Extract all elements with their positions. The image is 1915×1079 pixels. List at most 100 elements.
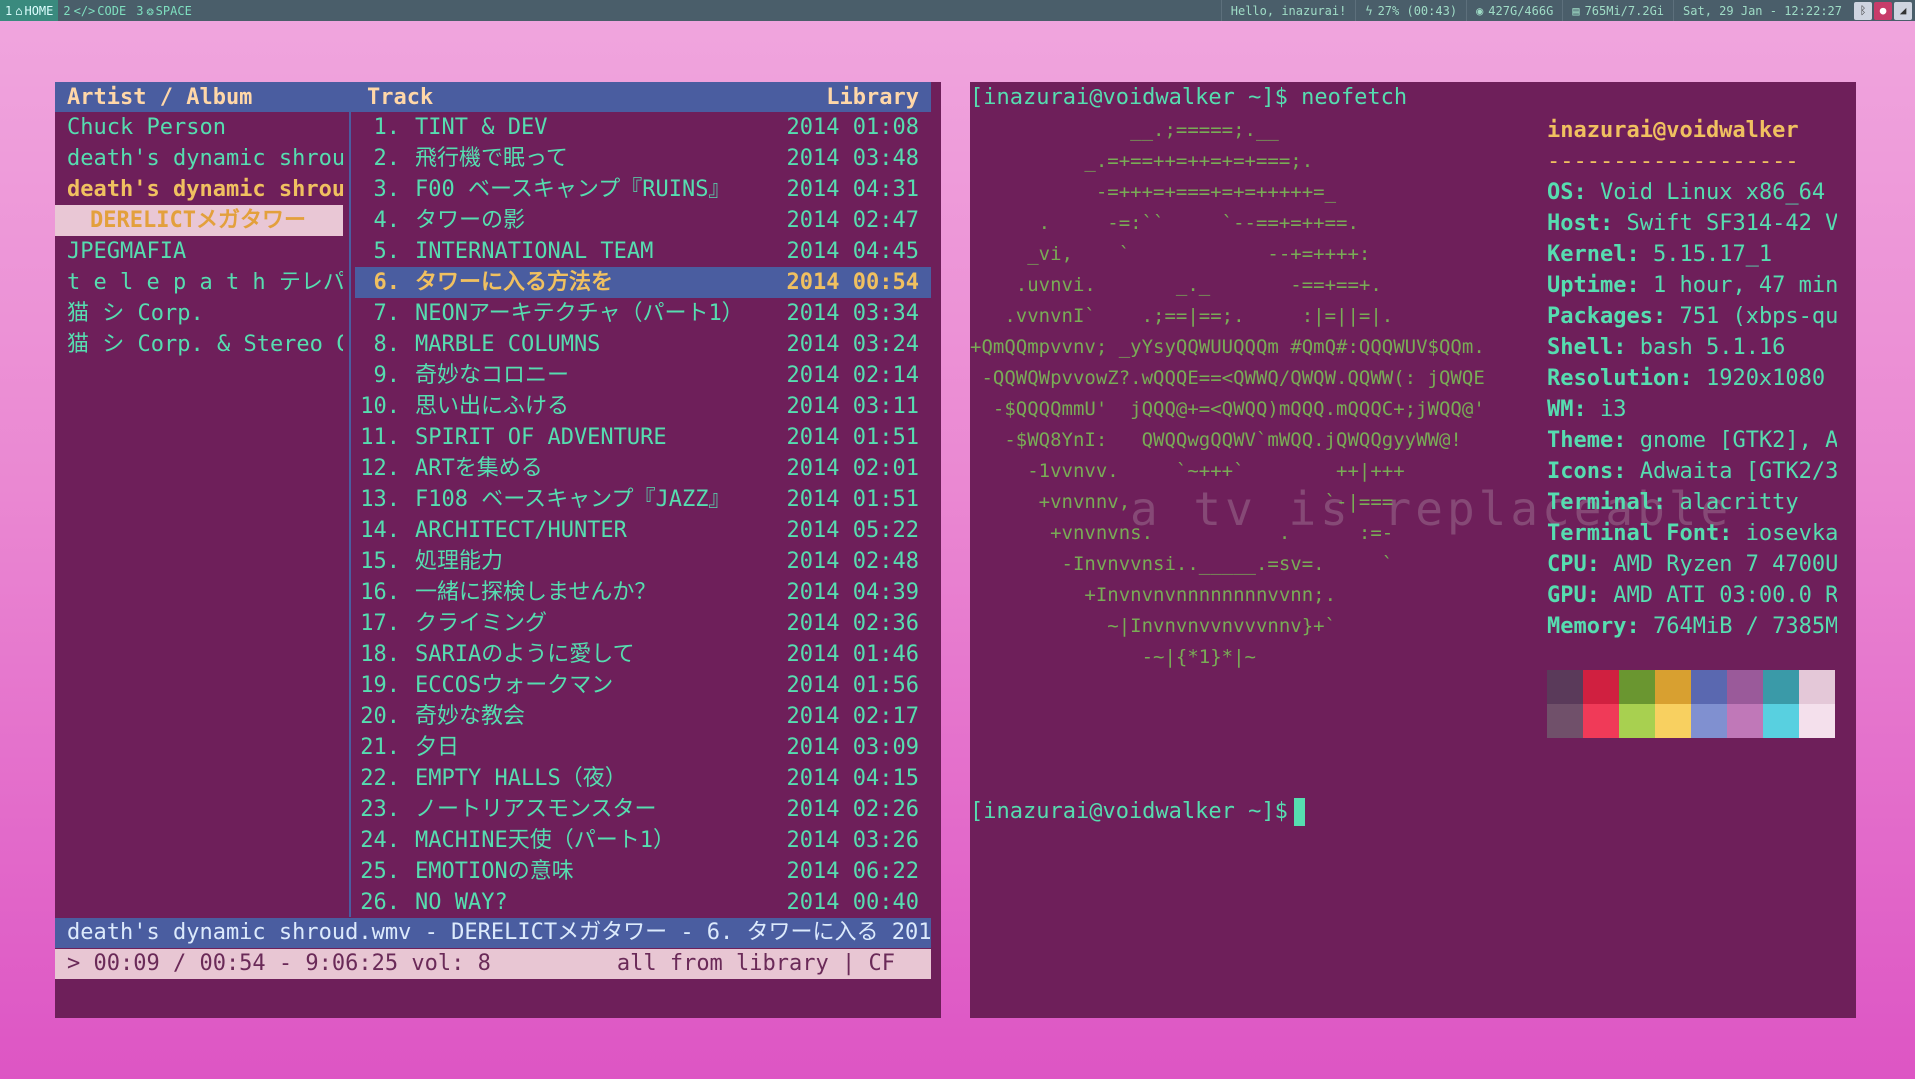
track-header: Track — [367, 84, 434, 110]
workspace-number: 2 — [63, 3, 71, 18]
info-key: Resolution: — [1547, 366, 1693, 391]
track-row[interactable]: 9. 奇妙なコロニー 2014 02:14 — [355, 360, 931, 391]
memory-icon: ▤ — [1572, 3, 1580, 18]
network-icon[interactable]: ◢ — [1894, 1, 1912, 20]
terminal-view: a tv is replaceable [inazurai@voidwalker… — [970, 82, 1856, 1018]
track-title: 処理能力 — [415, 549, 504, 574]
track-title: NO WAY? — [415, 890, 508, 915]
track-row[interactable]: 12. ARTを集める 2014 02:01 — [355, 453, 931, 484]
library-header: Library — [826, 84, 919, 110]
info-key: GPU: — [1547, 583, 1600, 608]
artist-item[interactable]: Chuck Person — [55, 112, 343, 143]
workspace-number: 1 — [5, 3, 13, 18]
workspace-home[interactable]: 1 ⌂ HOME — [0, 0, 59, 21]
track-year-duration: 2014 00:40 — [786, 890, 919, 915]
track-row[interactable]: 15. 処理能力 2014 02:48 — [355, 546, 931, 577]
greeting-text: Hello, inazurai! — [1230, 3, 1347, 18]
track-row[interactable]: 21. 夕日 2014 03:09 — [355, 732, 931, 763]
track-number: 21. — [360, 735, 400, 760]
palette-swatch — [1655, 704, 1691, 738]
artist-item[interactable]: death's dynamic shroud — [55, 143, 343, 174]
track-row[interactable]: 7. NEONアーキテクチャ（パート1） 2014 03:34 — [355, 298, 931, 329]
track-row[interactable]: 19. ECCOSウォークマン 2014 01:56 — [355, 670, 931, 701]
memory-text: 765Mi/7.2Gi — [1584, 3, 1665, 18]
track-year-duration: 2014 02:01 — [786, 456, 919, 481]
info-key: Terminal Font: — [1547, 521, 1733, 546]
album-item-selected[interactable]: DERELICTメガタワー — [55, 205, 343, 236]
track-row[interactable]: 14. ARCHITECT/HUNTER 2014 05:22 — [355, 515, 931, 546]
track-row[interactable]: 8. MARBLE COLUMNS 2014 03:24 — [355, 329, 931, 360]
track-year-duration: 2014 00:54 — [786, 270, 919, 295]
track-number: 7. — [373, 301, 401, 326]
track-number: 11. — [360, 425, 400, 450]
track-number: 24. — [360, 828, 400, 853]
palette-swatch — [1727, 670, 1763, 704]
artist-item[interactable]: 猫 シ Corp. & Stereo C — [55, 329, 343, 360]
track-title: SARIAのように愛して — [415, 642, 635, 667]
track-row[interactable]: 3. F00 ベースキャンプ『RUINS』 2014 04:31 — [355, 174, 931, 205]
palette-swatch — [1727, 704, 1763, 738]
track-number: 5. — [373, 239, 401, 264]
info-value: 764MiB / 7385MiB — [1652, 614, 1837, 639]
user-host: inazurai@voidwalker — [1547, 118, 1799, 143]
artist-item[interactable]: t e l e p a t h テレパ — [55, 267, 343, 298]
disk-icon: ◉ — [1476, 3, 1484, 18]
workspace-label: CODE — [97, 3, 127, 18]
track-row[interactable]: 20. 奇妙な教会 2014 02:17 — [355, 701, 931, 732]
track-row[interactable]: 16. 一緒に探検しませんか？ 2014 04:39 — [355, 577, 931, 608]
info-row: Theme: gnome [GTK2], Adw — [1547, 425, 1837, 456]
track-row[interactable]: 11. SPIRIT OF ADVENTURE 2014 01:51 — [355, 422, 931, 453]
track-year-duration: 2014 03:24 — [786, 332, 919, 357]
firefox-icon[interactable]: ● — [1874, 1, 1892, 20]
track-title: NEONアーキテクチャ（パート1） — [415, 301, 744, 326]
track-row[interactable]: 5. INTERNATIONAL TEAM 2014 04:45 — [355, 236, 931, 267]
artist-item[interactable]: JPEGMAFIA — [55, 236, 343, 267]
track-number: 14. — [360, 518, 400, 543]
track-title: ノートリアスモンスター — [415, 797, 657, 822]
artist-item[interactable]: 猫 シ Corp. — [55, 298, 343, 329]
info-key: Shell: — [1547, 335, 1627, 360]
clock-text: Sat, 29 Jan - 12:22:27 — [1683, 3, 1842, 18]
info-row: Packages: 751 (xbps-quer — [1547, 301, 1837, 332]
active-prompt[interactable]: [inazurai@voidwalker ~]$ — [970, 796, 1305, 828]
track-number: 19. — [360, 673, 400, 698]
track-row[interactable]: 2. 飛行機で眠って 2014 03:48 — [355, 143, 931, 174]
track-row[interactable]: 10. 思い出にふける 2014 03:11 — [355, 391, 931, 422]
workspace-space[interactable]: 3 ❂ SPACE — [131, 0, 197, 21]
track-title: 思い出にふける — [415, 394, 570, 419]
track-row-current[interactable]: 6. タワーに入る方法を 2014 00:54 — [355, 267, 931, 298]
track-title: EMPTY HALLS（夜） — [415, 766, 627, 791]
track-row[interactable]: 24. MACHINE天使（パート1） 2014 03:26 — [355, 825, 931, 856]
info-key: Uptime: — [1547, 273, 1640, 298]
music-player-window[interactable]: Artist / Album Track Library Chuck Perso… — [55, 82, 941, 1018]
info-separator: ------------------- — [1547, 149, 1799, 174]
track-year-duration: 2014 02:36 — [786, 611, 919, 636]
track-number: 23. — [360, 797, 400, 822]
bluetooth-icon[interactable]: ᛒ — [1854, 1, 1872, 20]
artist-item-playing[interactable]: death's dynamic shroud — [55, 174, 343, 205]
track-row[interactable]: 17. クライミング 2014 02:36 — [355, 608, 931, 639]
track-year-duration: 2014 02:48 — [786, 549, 919, 574]
battery-block: ϟ 27% (00:43) — [1355, 0, 1466, 21]
track-row[interactable]: 22. EMPTY HALLS（夜） 2014 04:15 — [355, 763, 931, 794]
workspace-code[interactable]: 2 </> CODE — [58, 0, 131, 21]
track-row[interactable]: 18. SARIAのように愛して 2014 01:46 — [355, 639, 931, 670]
track-year-duration: 2014 06:22 — [786, 859, 919, 884]
track-year-duration: 2014 01:46 — [786, 642, 919, 667]
track-row[interactable]: 25. EMOTIONの意味 2014 06:22 — [355, 856, 931, 887]
palette-swatch — [1763, 670, 1799, 704]
track-row[interactable]: 1. TINT & DEV 2014 01:08 — [355, 112, 931, 143]
track-row[interactable]: 23. ノートリアスモンスター 2014 02:26 — [355, 794, 931, 825]
track-title: F00 ベースキャンプ『RUINS』 — [415, 177, 731, 202]
track-row[interactable]: 26. NO WAY? 2014 00:40 — [355, 887, 931, 918]
track-year-duration: 2014 03:26 — [786, 828, 919, 853]
info-row: Terminal Font: iosevka — [1547, 518, 1837, 549]
track-number: 17. — [360, 611, 400, 636]
palette-swatch — [1799, 670, 1835, 704]
track-number: 16. — [360, 580, 400, 605]
terminal-window[interactable]: a tv is replaceable [inazurai@voidwalker… — [970, 82, 1856, 1018]
info-key: Kernel: — [1547, 242, 1640, 267]
track-row[interactable]: 13. F108 ベースキャンプ『JAZZ』 2014 01:51 — [355, 484, 931, 515]
track-title: SPIRIT OF ADVENTURE — [415, 425, 667, 450]
track-row[interactable]: 4. タワーの影 2014 02:47 — [355, 205, 931, 236]
